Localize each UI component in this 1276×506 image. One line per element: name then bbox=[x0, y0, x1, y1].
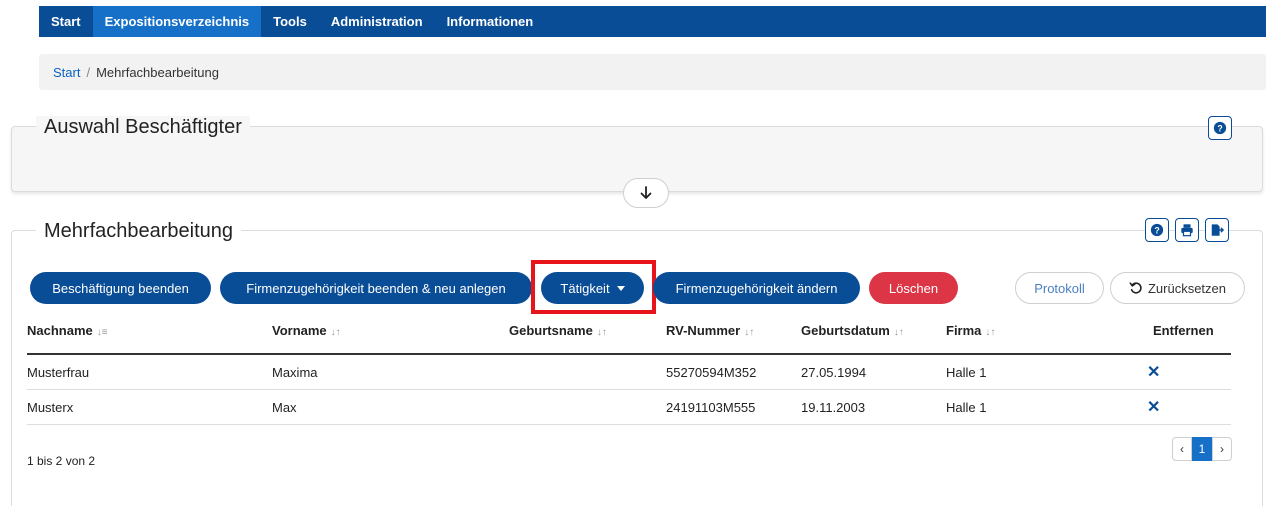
cell-company: Halle 1 bbox=[946, 365, 987, 380]
cell-company: Halle 1 bbox=[946, 400, 987, 415]
sort-icon: ↓↑ bbox=[985, 327, 996, 338]
cell-lastname: Musterfrau bbox=[27, 365, 90, 380]
help-icon: ? bbox=[1213, 121, 1227, 135]
header-label: Vorname bbox=[272, 323, 327, 338]
pagination-prev-button[interactable]: ‹ bbox=[1172, 437, 1192, 461]
employee-selection-title: Auswahl Beschäftigter bbox=[36, 116, 250, 139]
activity-label: Tätigkeit bbox=[560, 280, 610, 296]
nav-bar: Start Expositionsverzeichnis Tools Admin… bbox=[39, 6, 1266, 37]
sort-icon: ↓↑ bbox=[744, 327, 755, 338]
export-button[interactable] bbox=[1205, 218, 1229, 242]
breadcrumb-current: Mehrfachbearbeitung bbox=[96, 64, 219, 80]
pagination-page-1[interactable]: 1 bbox=[1192, 437, 1212, 461]
pagination-info: 1 bis 2 von 2 bbox=[27, 454, 96, 468]
svg-text:?: ? bbox=[1217, 124, 1222, 134]
print-icon bbox=[1181, 224, 1193, 237]
delete-button[interactable]: Löschen bbox=[869, 272, 958, 304]
selection-help-button[interactable]: ? bbox=[1208, 116, 1232, 140]
column-header-lastname[interactable]: Nachname ↓≡ bbox=[27, 323, 108, 338]
column-header-birthdate[interactable]: Geburtsdatum ↓↑ bbox=[801, 323, 904, 338]
end-employment-button[interactable]: Beschäftigung beenden bbox=[30, 272, 211, 304]
table-row: Musterx Max 24191103M555 19.11.2003 Hall… bbox=[27, 390, 1231, 425]
column-header-company[interactable]: Firma ↓↑ bbox=[946, 323, 995, 338]
reset-button[interactable]: Zurücksetzen bbox=[1110, 272, 1245, 304]
help-icon: ? bbox=[1150, 223, 1164, 237]
header-label: Nachname bbox=[27, 323, 93, 338]
reset-label: Zurücksetzen bbox=[1147, 280, 1227, 296]
nav-item-start[interactable]: Start bbox=[39, 6, 93, 37]
breadcrumb-separator: / bbox=[86, 64, 91, 80]
end-company-and-new-button[interactable]: Firmenzugehörigkeit beenden & neu anlege… bbox=[220, 272, 532, 304]
breadcrumb-home-link[interactable]: Start bbox=[53, 65, 80, 80]
pagination: ‹ 1 › bbox=[1172, 437, 1232, 461]
bulk-edit-title: Mehrfachbearbeitung bbox=[36, 220, 242, 243]
nav-item-expositionsverzeichnis[interactable]: Expositionsverzeichnis bbox=[92, 6, 262, 37]
nav-item-tools[interactable]: Tools bbox=[261, 6, 319, 37]
sort-asc-icon: ↓≡ bbox=[96, 327, 108, 338]
table-row: Musterfrau Maxima 55270594M352 27.05.199… bbox=[27, 355, 1231, 390]
log-button[interactable]: Protokoll bbox=[1015, 272, 1104, 304]
cell-rv-number: 55270594M352 bbox=[666, 365, 757, 380]
activity-dropdown-button[interactable]: Tätigkeit bbox=[541, 272, 644, 304]
header-label: Geburtsdatum bbox=[801, 323, 890, 338]
cell-rv-number: 24191103M555 bbox=[666, 400, 756, 415]
svg-text:?: ? bbox=[1154, 226, 1159, 236]
sort-icon: ↓↑ bbox=[330, 327, 341, 338]
cell-lastname: Musterx bbox=[27, 400, 74, 415]
sort-icon: ↓↑ bbox=[893, 327, 904, 338]
top-navigation: Start Expositionsverzeichnis Tools Admin… bbox=[0, 0, 1276, 44]
sort-icon: ↓↑ bbox=[596, 327, 607, 338]
cell-birthdate: 27.05.1994 bbox=[801, 365, 867, 380]
caret-down-icon bbox=[616, 285, 625, 291]
column-header-rv-number[interactable]: RV-Nummer ↓↑ bbox=[666, 323, 754, 338]
column-header-firstname[interactable]: Vorname ↓↑ bbox=[272, 323, 341, 338]
nav-item-informationen[interactable]: Informationen bbox=[435, 6, 546, 37]
pagination-next-button[interactable]: › bbox=[1212, 437, 1232, 461]
nav-item-administration[interactable]: Administration bbox=[319, 6, 435, 37]
cell-birthdate: 19.11.2003 bbox=[801, 400, 866, 415]
cell-firstname: Max bbox=[272, 400, 297, 415]
export-icon bbox=[1211, 224, 1224, 236]
print-button[interactable] bbox=[1175, 218, 1199, 242]
remove-row-icon[interactable]: ✕ bbox=[1147, 362, 1160, 382]
change-company-button[interactable]: Firmenzugehörigkeit ändern bbox=[653, 272, 860, 304]
column-header-birthname[interactable]: Geburtsname ↓↑ bbox=[509, 323, 607, 338]
breadcrumb: Start / Mehrfachbearbeitung bbox=[39, 54, 1266, 90]
reset-icon bbox=[1129, 282, 1142, 294]
bulk-help-button[interactable]: ? bbox=[1145, 218, 1169, 242]
column-header-remove: Entfernen bbox=[1153, 323, 1214, 338]
header-label: Geburtsname bbox=[509, 323, 593, 338]
arrow-down-icon bbox=[640, 186, 652, 199]
cell-firstname: Maxima bbox=[272, 365, 318, 380]
remove-row-icon[interactable]: ✕ bbox=[1147, 397, 1160, 417]
expand-selection-button[interactable] bbox=[623, 178, 669, 208]
header-label: RV-Nummer bbox=[666, 323, 741, 338]
header-label: Firma bbox=[946, 323, 982, 338]
